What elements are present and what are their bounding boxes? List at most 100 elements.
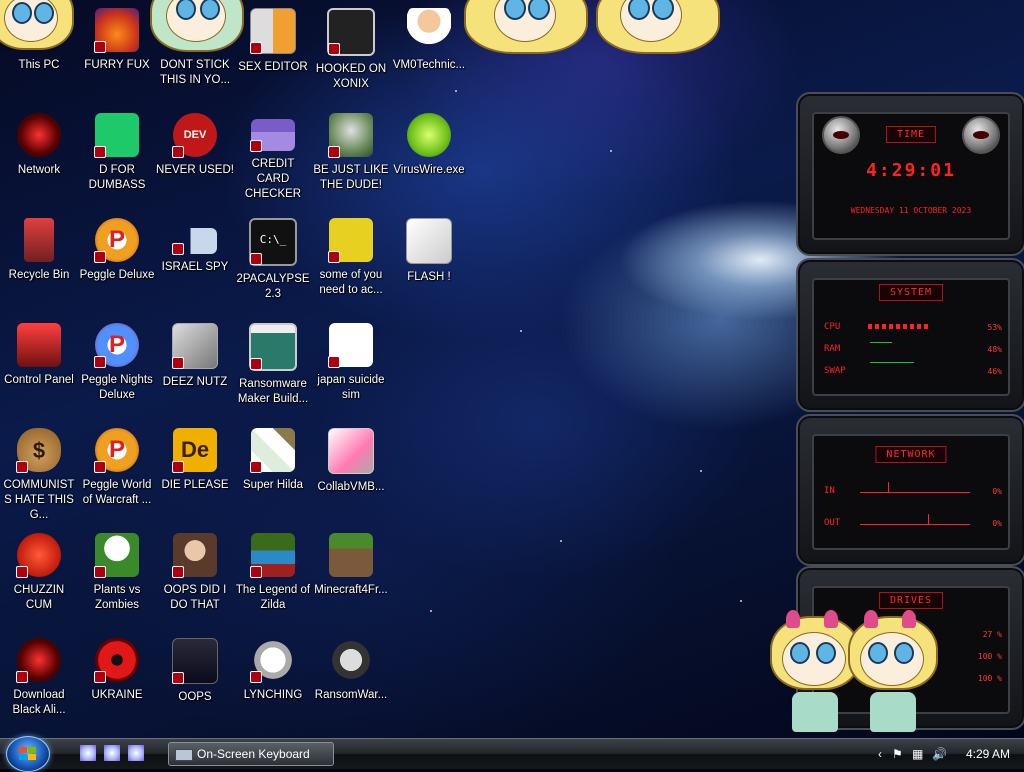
icon-label: D FOR DUMBASS — [88, 164, 146, 191]
desktop-icon-collabvmb[interactable]: CollabVMB... — [312, 428, 390, 495]
drive-value: 100 % — [977, 652, 1002, 661]
time-gadget[interactable]: TIME 4:29:01 WEDNESDAY 11 OCTOBER 2023 — [796, 92, 1024, 256]
desktop-icon-recycle-bin[interactable]: Recycle Bin — [0, 218, 78, 283]
desktop-icon-be-just-like-the-dude[interactable]: BE JUST LIKE THE DUDE! — [312, 113, 390, 193]
desktop-icon-communists[interactable]: $ COMMUNISTS HATE THIS G... — [0, 428, 78, 523]
desktop-icon-israel-spy[interactable]: ISRAEL SPY — [156, 218, 234, 275]
net-in-graph — [860, 492, 970, 493]
desktop-icon-vm0technic[interactable]: VM0Technic... — [390, 8, 468, 73]
monitor-icon — [328, 428, 374, 474]
ram-bar — [870, 342, 892, 343]
desktop-icon-dont-stick[interactable]: DONT STICK THIS IN YO... — [156, 8, 234, 88]
desktop-icon-deez-nutz[interactable]: DEEZ NUTZ — [156, 323, 234, 390]
network-gadget[interactable]: NETWORK IN 0% OUT 0% — [796, 414, 1024, 566]
desktop-icon-control-panel[interactable]: Control Panel — [0, 323, 78, 388]
chuzzle-icon — [16, 533, 61, 578]
desktop-icon-oops-did-i-do-that[interactable]: OOPS DID I DO THAT — [156, 533, 234, 613]
document-icon — [328, 323, 373, 368]
flag-icon[interactable]: ⚑ — [892, 747, 903, 761]
gadget-clock: 4:29:01 — [866, 160, 956, 181]
desktop-icon-furry-fux[interactable]: FURRY FUX — [78, 8, 156, 73]
desktop-icon-chuzzin-cum[interactable]: CHUZZIN CUM — [0, 533, 78, 613]
gadget-date: WEDNESDAY 11 OCTOBER 2023 — [850, 206, 972, 215]
desktop-icon-viruswire[interactable]: VirusWire.exe — [390, 113, 468, 178]
recycle-bin-icon — [24, 218, 54, 262]
taskbar-button-label: On-Screen Keyboard — [197, 747, 310, 761]
star — [610, 150, 612, 152]
desktop-icon-plants-vs-zombies[interactable]: Plants vs Zombies — [78, 533, 156, 613]
desktop-icon-ukraine[interactable]: UKRAINE — [78, 638, 156, 703]
star — [430, 610, 432, 612]
desktop-icon-legend-of-zilda[interactable]: The Legend of Zilda — [234, 533, 312, 613]
network-tray-icon[interactable]: ▦ — [912, 747, 923, 761]
icon-label: japan suicide sim — [317, 374, 385, 401]
sticker-character — [848, 610, 938, 738]
icon-label: DEEZ NUTZ — [162, 376, 228, 388]
icon-label: LYNCHING — [243, 689, 303, 701]
desktop-icon-this-pc[interactable]: This PC — [0, 8, 78, 73]
quick-launch-icon[interactable] — [128, 745, 144, 761]
icon-label: DIE PLEASE — [161, 479, 229, 491]
taskbar-button-on-screen-keyboard[interactable]: On-Screen Keyboard — [168, 742, 334, 766]
dumbass-app-icon — [94, 113, 139, 158]
taskbar-clock[interactable]: 4:29 AM — [966, 747, 1010, 761]
cpu-value: 53% — [987, 323, 1002, 332]
desktop-icon-die-please[interactable]: De DIE PLEASE — [156, 428, 234, 493]
icon-label: OOPS DID I DO THAT — [163, 584, 227, 611]
alien-head-icon — [962, 116, 1000, 154]
desktop-icon-ransomwar[interactable]: RansomWar... — [312, 638, 390, 703]
desktop-icon-hooked-on-xonix[interactable]: HOOKED ON XONIX — [312, 8, 390, 92]
icon-label: Control Panel — [4, 374, 74, 386]
desktop-icon-credit-card-checker[interactable]: CREDIT CARD CHECKER — [234, 113, 312, 202]
desktop-icon-d-for-dumbass[interactable]: D FOR DUMBASS — [78, 113, 156, 193]
chevron-left-icon[interactable]: ‹ — [878, 747, 882, 761]
quick-launch-icon[interactable] — [80, 745, 96, 761]
volume-icon[interactable]: 🔊 — [932, 747, 947, 761]
icon-label: Peggle Deluxe — [79, 269, 155, 281]
desktop-icon-ransomware-maker[interactable]: Ransomware Maker Build... — [234, 323, 312, 407]
technician-icon — [407, 8, 451, 52]
time-title: TIME — [885, 126, 937, 143]
adobe-director-icon: De — [172, 428, 217, 473]
icon-label: ISRAEL SPY — [161, 261, 229, 273]
drive-value: 100 % — [977, 674, 1002, 683]
desktop-icon-peggle-world-of-warcraft[interactable]: P Peggle World of Warcraft ... — [78, 428, 156, 508]
desktop-icon-oops[interactable]: OOPS — [156, 638, 234, 705]
desktop-icon-download-black-ali[interactable]: Download Black Ali... — [0, 638, 78, 718]
alien-head-icon — [822, 116, 860, 154]
desktop[interactable]: This PC FURRY FUX DONT STICK THIS IN YO.… — [0, 0, 1024, 738]
desktop-icon-some-of-you[interactable]: some of you need to ac... — [312, 218, 390, 298]
icon-label: The Legend of Zilda — [235, 584, 311, 611]
control-panel-icon — [17, 323, 61, 367]
xonix-game-icon — [327, 8, 375, 56]
desktop-icon-2pacalypse[interactable]: C:\_ 2PACALYPSE 2.3 — [234, 218, 312, 302]
system-gadget[interactable]: SYSTEM CPU 53% RAM 48% SWAP 46% — [796, 258, 1024, 412]
drive-value: 27 % — [982, 630, 1002, 639]
net-in-value: 0% — [992, 487, 1002, 496]
plants-icon — [94, 533, 139, 578]
icon-label: VM0Technic... — [392, 59, 466, 71]
desktop-icon-super-hilda[interactable]: Super Hilda — [234, 428, 312, 493]
start-button[interactable] — [6, 736, 50, 772]
net-out-spike — [928, 514, 929, 524]
star — [455, 90, 457, 92]
icon-label: BE JUST LIKE THE DUDE! — [313, 164, 389, 191]
desktop-icon-peggle-nights[interactable]: P Peggle Nights Deluxe — [78, 323, 156, 403]
desktop-icon-network[interactable]: Network — [0, 113, 78, 178]
desktop-icon-lynching[interactable]: LYNCHING — [234, 638, 312, 703]
window-app-icon — [249, 323, 297, 371]
desktop-icon-minecraft4fr[interactable]: Minecraft4Fr... — [312, 533, 390, 598]
star — [700, 470, 702, 472]
desktop-icon-japan-suicide-sim[interactable]: japan suicide sim — [312, 323, 390, 403]
credit-card-icon — [250, 119, 295, 152]
desktop-icon-never-used[interactable]: DEV NEVER USED! — [156, 113, 234, 178]
quick-launch-icon[interactable] — [104, 745, 120, 761]
desktop-icon-peggle-deluxe[interactable]: P Peggle Deluxe — [78, 218, 156, 283]
net-in-spike — [888, 482, 889, 492]
pixel-character-icon — [250, 428, 295, 473]
ram-value: 48% — [987, 345, 1002, 354]
desktop-icon-flash[interactable]: FLASH ! — [390, 218, 468, 285]
desktop-icon-sex-editor[interactable]: SEX EDITOR — [234, 8, 312, 75]
windows-stack-icon — [172, 323, 218, 369]
icon-label: Ransomware Maker Build... — [237, 378, 309, 405]
